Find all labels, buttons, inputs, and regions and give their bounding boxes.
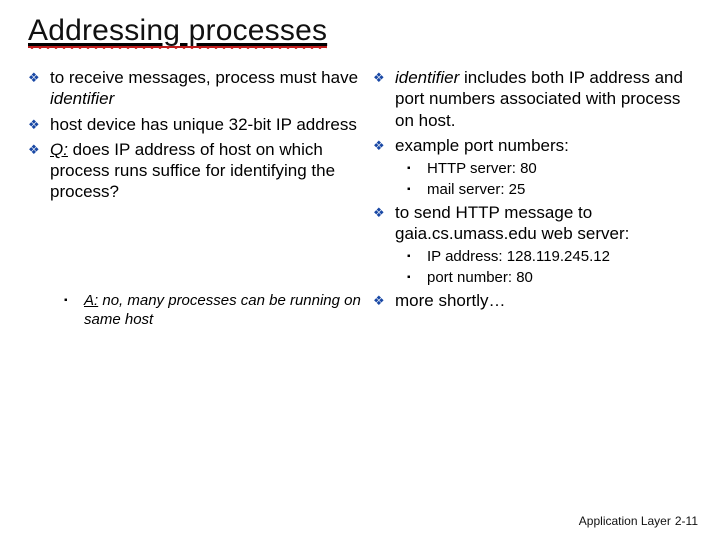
- right-bullet-4: ❖ more shortly…: [373, 290, 698, 311]
- diamond-icon: ❖: [373, 205, 385, 221]
- right-sub-3-2-text: port number: 80: [427, 269, 533, 286]
- square-icon: ▪: [407, 272, 411, 285]
- right-sub-3-1: ▪ IP address: 128.119.245.12: [407, 248, 698, 267]
- right-bullet-1-em: identifier: [395, 68, 459, 87]
- right-bullet-4-text: more shortly…: [395, 291, 506, 310]
- right-sub-3-2: ▪ port number: 80: [407, 269, 698, 288]
- footer-section: Application Layer: [579, 514, 671, 528]
- left-bullet-2: ❖ host device has unique 32-bit IP addre…: [28, 114, 363, 135]
- right-sub-3-1-text: IP address: 128.119.245.12: [427, 248, 610, 265]
- square-icon: ▪: [407, 163, 411, 176]
- left-bullet-3-text: does IP address of host on which process…: [50, 140, 335, 202]
- slide-title-wrap: Addressing processes: [28, 14, 327, 49]
- right-bullet-2: ❖ example port numbers:: [373, 135, 698, 156]
- slide-title: Addressing processes: [28, 14, 327, 48]
- right-column: ❖ identifier includes both IP address an…: [373, 67, 698, 315]
- two-column-layout: ❖ to receive messages, process must have…: [28, 67, 698, 315]
- left-bullet-1-text: to receive messages, process must have: [50, 68, 358, 87]
- left-bullet-2-text: host device has unique 32-bit IP address: [50, 115, 357, 134]
- diamond-icon: ❖: [373, 70, 385, 86]
- right-bullet-1: ❖ identifier includes both IP address an…: [373, 67, 698, 131]
- left-bullet-1-em: identifier: [50, 89, 114, 108]
- right-sub-2-1: ▪ HTTP server: 80: [407, 160, 698, 179]
- left-answer-text: no, many processes can be running on sam…: [84, 292, 361, 328]
- slide-footer: Application Layer 2-11: [579, 514, 698, 528]
- square-icon: ▪: [407, 251, 411, 264]
- left-column: ❖ to receive messages, process must have…: [28, 67, 363, 315]
- diamond-icon: ❖: [28, 70, 40, 86]
- left-bullet-1: ❖ to receive messages, process must have…: [28, 67, 363, 110]
- diamond-icon: ❖: [28, 117, 40, 133]
- right-bullet-3-text: to send HTTP message to gaia.cs.umass.ed…: [395, 203, 629, 243]
- right-sub-2-1-text: HTTP server: 80: [427, 160, 537, 177]
- left-bullet-3-q: Q:: [50, 140, 68, 159]
- footer-page: 2-11: [675, 514, 698, 528]
- diamond-icon: ❖: [373, 293, 385, 309]
- answer-overlay: ▪ A: no, many processes can be running o…: [64, 290, 364, 332]
- diamond-icon: ❖: [373, 138, 385, 154]
- left-answer-a: A:: [84, 292, 98, 309]
- diamond-icon: ❖: [28, 142, 40, 158]
- left-answer: ▪ A: no, many processes can be running o…: [64, 292, 364, 330]
- square-icon: ▪: [407, 184, 411, 197]
- right-bullet-2-text: example port numbers:: [395, 136, 569, 155]
- right-sub-2-2: ▪ mail server: 25: [407, 181, 698, 200]
- right-bullet-3: ❖ to send HTTP message to gaia.cs.umass.…: [373, 202, 698, 245]
- right-sub-2-2-text: mail server: 25: [427, 181, 525, 198]
- square-icon: ▪: [64, 295, 68, 308]
- left-bullet-3: ❖ Q: does IP address of host on which pr…: [28, 139, 363, 203]
